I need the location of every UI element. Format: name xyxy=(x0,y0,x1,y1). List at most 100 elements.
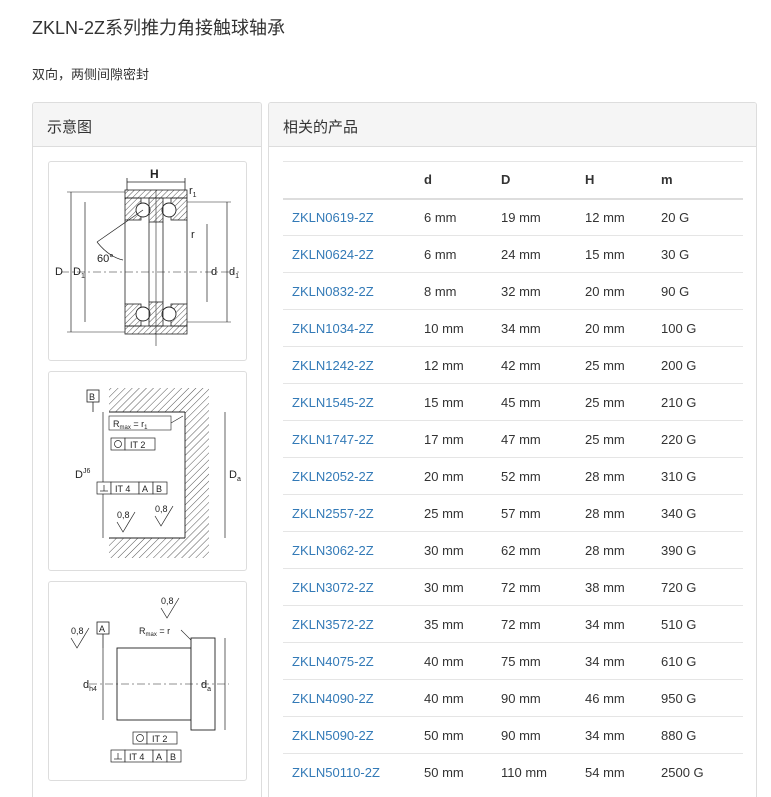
cell-m: 510 G xyxy=(661,605,743,643)
roughness-left: 0,8 xyxy=(71,626,84,636)
cell-d: 20 mm xyxy=(424,457,501,495)
cell-m: 2500 G xyxy=(661,753,743,791)
column-header-name xyxy=(283,161,424,200)
cell-H: 25 mm xyxy=(585,420,661,458)
cell-H: 20 mm xyxy=(585,272,661,310)
cell-m: 880 G xyxy=(661,716,743,754)
label-da-sub: a xyxy=(237,476,241,483)
product-link[interactable]: ZKLN2052-2Z xyxy=(292,469,374,484)
product-link[interactable]: ZKLN0832-2Z xyxy=(292,284,374,299)
product-link[interactable]: ZKLN1034-2Z xyxy=(292,321,374,336)
column-header-d: d xyxy=(424,161,501,200)
cell-H: 46 mm xyxy=(585,679,661,717)
datum-b: B xyxy=(89,392,95,402)
label-dj6-sup: J6 xyxy=(83,468,91,475)
product-link[interactable]: ZKLN3572-2Z xyxy=(292,617,374,632)
product-link[interactable]: ZKLN0619-2Z xyxy=(292,210,374,225)
product-link[interactable]: ZKLN1747-2Z xyxy=(292,432,374,447)
cell-d: 35 mm xyxy=(424,605,501,643)
product-link[interactable]: ZKLN2557-2Z xyxy=(292,506,374,521)
diagram-panel-title: 示意图 xyxy=(33,103,261,147)
label-it4-shaft: IT 4 xyxy=(129,752,144,762)
table-row: ZKLN3062-2Z 30 mm 62 mm 28 mm 390 G xyxy=(283,531,743,569)
label-da: D xyxy=(229,469,237,481)
table-row: ZKLN1747-2Z 17 mm 47 mm 25 mm 220 G xyxy=(283,420,743,458)
cell-m: 210 G xyxy=(661,383,743,421)
column-header-H: H xyxy=(585,161,661,200)
svg-text:Rmax = r: Rmax = r xyxy=(139,626,170,638)
label-D1-sub: 1 xyxy=(81,273,85,280)
cell-m: 390 G xyxy=(661,531,743,569)
product-link[interactable]: ZKLN5090-2Z xyxy=(292,728,374,743)
roughness-2: 0,8 xyxy=(155,504,168,514)
label-D1: D xyxy=(73,266,81,278)
product-link[interactable]: ZKLN4090-2Z xyxy=(292,691,374,706)
cell-d: 17 mm xyxy=(424,420,501,458)
label-r: r xyxy=(191,229,195,241)
table-row: ZKLN2557-2Z 25 mm 57 mm 28 mm 340 G xyxy=(283,494,743,532)
cell-D: 110 mm xyxy=(501,753,585,791)
product-link[interactable]: ZKLN1242-2Z xyxy=(292,358,374,373)
product-link[interactable]: ZKLN4075-2Z xyxy=(292,654,374,669)
label-rmax3-val: = r xyxy=(157,626,170,636)
table-row: ZKLN4075-2Z 40 mm 75 mm 34 mm 610 G xyxy=(283,642,743,680)
cell-H: 34 mm xyxy=(585,642,661,680)
label-r1-sub: 1 xyxy=(193,192,197,199)
svg-text:DJ6: DJ6 xyxy=(75,468,90,481)
svg-text:Da: Da xyxy=(229,469,241,483)
label-rmax3-sub: max xyxy=(146,632,157,638)
label-da3-sub: a xyxy=(207,686,211,693)
cell-d: 40 mm xyxy=(424,679,501,717)
housing-tolerance-diagram[interactable]: B Rmax = r1 IT 2 DJ6 IT 4 A B 0,8 0,8 Da xyxy=(48,371,247,571)
cell-H: 34 mm xyxy=(585,716,661,754)
product-link[interactable]: ZKLN1545-2Z xyxy=(292,395,374,410)
page-title: ZKLN-2Z系列推力角接触球轴承 xyxy=(32,18,286,38)
label-rmax-sub: max xyxy=(120,425,131,431)
cell-D: 24 mm xyxy=(501,235,585,273)
table-row: ZKLN0624-2Z 6 mm 24 mm 15 mm 30 G xyxy=(283,235,743,273)
cell-m: 200 G xyxy=(661,346,743,384)
cell-H: 34 mm xyxy=(585,605,661,643)
label-h: H xyxy=(150,167,159,181)
table-row: ZKLN1034-2Z 10 mm 34 mm 20 mm 100 G xyxy=(283,309,743,347)
shaft-tolerance-drawing: 0,8 0,8 A Rmax = r dh4 da IT 2 IT 4 A B xyxy=(70,596,229,763)
label-dj6: D xyxy=(75,469,83,481)
cell-H: 25 mm xyxy=(585,346,661,384)
label-datum-a-shaft: A xyxy=(156,752,162,762)
cell-D: 75 mm xyxy=(501,642,585,680)
shaft-tolerance-diagram[interactable]: 0,8 0,8 A Rmax = r dh4 da IT 2 IT 4 A B xyxy=(48,581,247,781)
page-subtitle: 双向，两侧间隙密封 xyxy=(32,67,150,82)
cell-d: 15 mm xyxy=(424,383,501,421)
label-angle: 60° xyxy=(97,253,114,265)
cell-D: 57 mm xyxy=(501,494,585,532)
svg-text:D1: D1 xyxy=(73,266,85,280)
cell-D: 72 mm xyxy=(501,568,585,606)
label-D: D xyxy=(55,266,63,278)
cell-D: 72 mm xyxy=(501,605,585,643)
cell-m: 310 G xyxy=(661,457,743,495)
product-link[interactable]: ZKLN3072-2Z xyxy=(292,580,374,595)
product-link[interactable]: ZKLN50110-2Z xyxy=(292,765,380,780)
related-products-title: 相关的产品 xyxy=(269,103,756,147)
label-dh4-sub: h4 xyxy=(89,686,97,693)
cell-d: 50 mm xyxy=(424,753,501,791)
products-table: d D H m ZKLN0619-2Z 6 mm 19 mm 12 mm 20 G ZKL… xyxy=(283,161,743,791)
cell-D: 32 mm xyxy=(501,272,585,310)
table-row: ZKLN3072-2Z 30 mm 72 mm 38 mm 720 G xyxy=(283,568,743,606)
roughness-top: 0,8 xyxy=(161,596,174,606)
column-header-m: m xyxy=(661,161,743,200)
cell-D: 45 mm xyxy=(501,383,585,421)
cell-D: 90 mm xyxy=(501,716,585,754)
table-row: ZKLN0832-2Z 8 mm 32 mm 20 mm 90 G xyxy=(283,272,743,310)
cell-m: 100 G xyxy=(661,309,743,347)
cell-d: 10 mm xyxy=(424,309,501,347)
diagram-panel: 示意图 H r1 r 60° D D1 d d1 B Rmax = r1 IT … xyxy=(32,102,262,797)
table-row: ZKLN5090-2Z 50 mm 90 mm 34 mm 880 G xyxy=(283,716,743,754)
related-products-panel: 相关的产品 d D H m ZKLN0619-2Z 6 mm 19 mm 12 mm 2… xyxy=(268,102,757,797)
datum-a: A xyxy=(99,624,105,634)
cell-H: 25 mm xyxy=(585,383,661,421)
housing-tolerance-drawing: B Rmax = r1 IT 2 DJ6 IT 4 A B 0,8 0,8 Da xyxy=(75,388,241,558)
product-link[interactable]: ZKLN0624-2Z xyxy=(292,247,374,262)
product-link[interactable]: ZKLN3062-2Z xyxy=(292,543,374,558)
bearing-section-diagram[interactable]: H r1 r 60° D D1 d d1 xyxy=(48,161,247,361)
